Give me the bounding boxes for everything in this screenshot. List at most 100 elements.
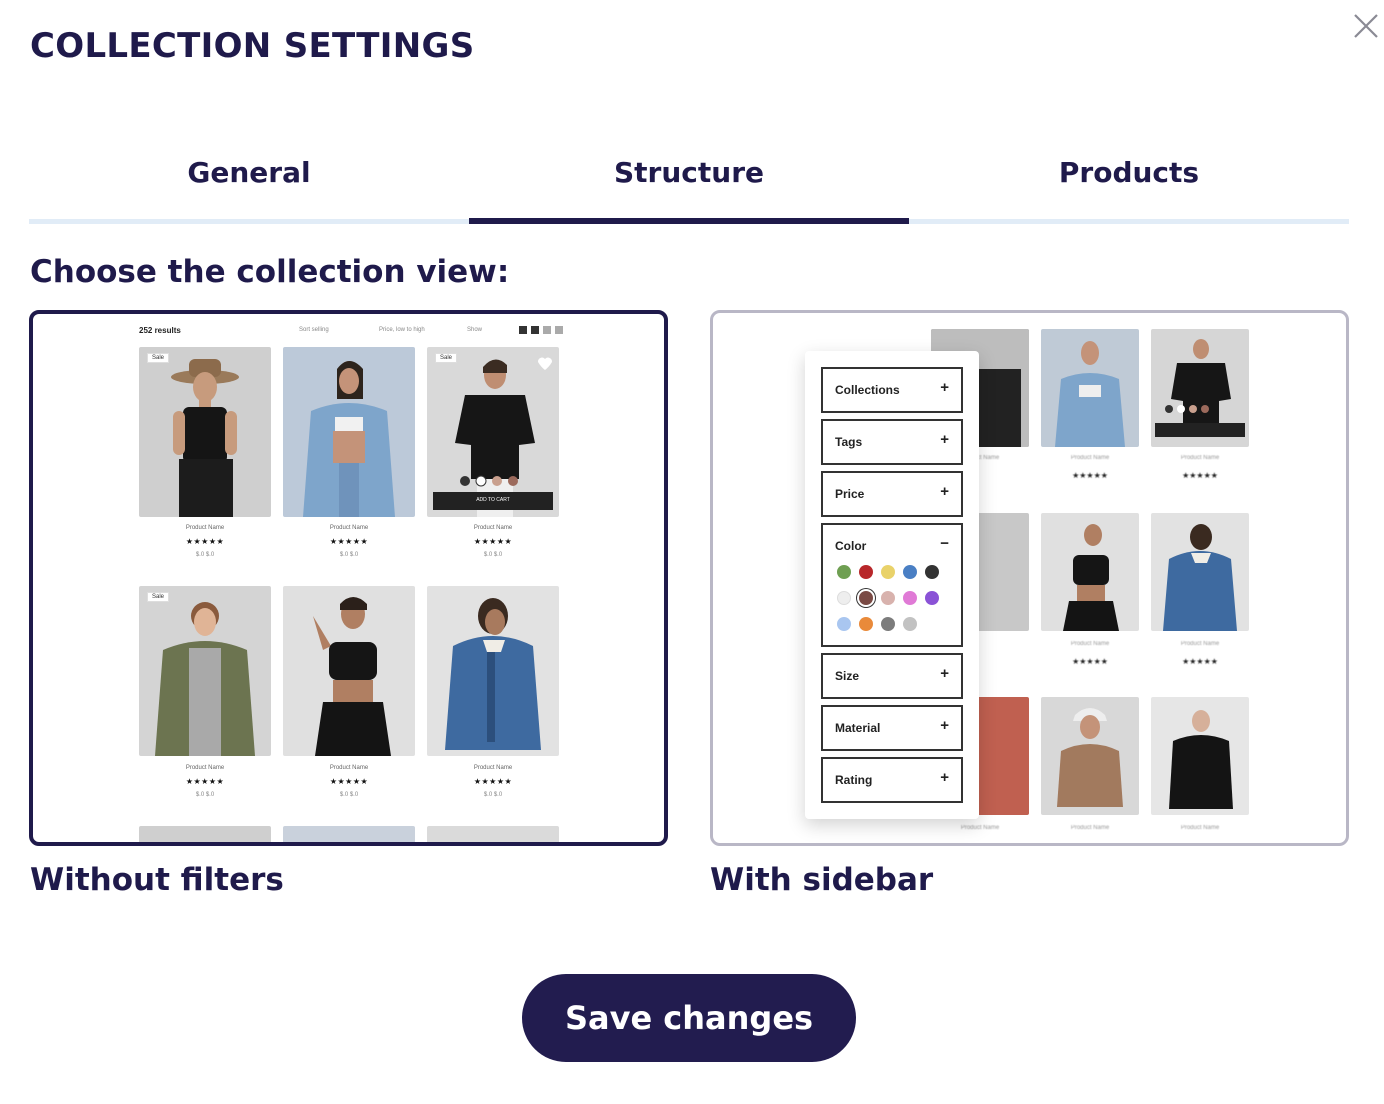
- product-photo: [283, 347, 415, 517]
- rating-stars: ★★★★★: [329, 777, 369, 786]
- preview-toolbar: 252 results Sort selling Price, low to h…: [139, 326, 563, 340]
- plus-icon: +: [940, 483, 949, 500]
- product-tile: [283, 347, 415, 517]
- filter-tags[interactable]: Tags +: [821, 419, 963, 465]
- filter-price[interactable]: Price +: [821, 471, 963, 517]
- filter-label: Tags: [835, 435, 863, 449]
- filter-label: Color: [835, 539, 867, 553]
- close-icon: [1354, 14, 1378, 38]
- rating-stars: ★★★★★: [185, 537, 225, 546]
- plus-icon: +: [940, 431, 949, 448]
- product-tile: Sale: [139, 586, 271, 756]
- product-tile: Sale ADD TO CART: [427, 347, 559, 517]
- sale-badge: Sale: [147, 353, 170, 363]
- product-meta: Product Name ★★★★★ $.0 $.0: [139, 525, 271, 558]
- view-option-without-filters[interactable]: 252 results Sort selling Price, low to h…: [29, 310, 668, 846]
- close-button[interactable]: [1350, 10, 1382, 42]
- product-photo: Sale ADD TO CART: [427, 347, 559, 517]
- product-photo: Sale: [139, 347, 271, 517]
- color-swatch-selected[interactable]: [859, 591, 873, 605]
- product-tile: [427, 826, 559, 842]
- filter-label: Collections: [835, 383, 900, 397]
- product-name: Product Name: [1070, 641, 1110, 647]
- product-name: Product Name: [1070, 455, 1110, 461]
- plus-icon: +: [940, 717, 949, 734]
- product-name: Product Name: [185, 525, 225, 531]
- product-photo: [427, 826, 559, 842]
- color-swatch[interactable]: [903, 617, 917, 631]
- color-swatch[interactable]: [881, 591, 895, 605]
- plus-icon: +: [940, 665, 949, 682]
- plus-icon: +: [940, 379, 949, 396]
- product-name: Product Name: [473, 525, 513, 531]
- modal-title: COLLECTION SETTINGS: [30, 26, 475, 66]
- minus-icon: −: [940, 535, 949, 552]
- color-swatch[interactable]: [903, 591, 917, 605]
- product-tile: [283, 826, 415, 842]
- color-swatch[interactable]: [859, 565, 873, 579]
- sort-label: Sort selling: [299, 327, 329, 333]
- rating-stars: ★★★★★: [1072, 657, 1108, 666]
- product-photo: [1041, 697, 1139, 815]
- filter-collections[interactable]: Collections +: [821, 367, 963, 413]
- filter-label: Rating: [835, 773, 873, 787]
- add-to-cart-label: ADD TO CART: [476, 497, 510, 503]
- product-name: Product Name: [473, 765, 513, 771]
- section-heading: Choose the collection view:: [30, 254, 510, 290]
- product-photo: [139, 826, 271, 842]
- color-swatch[interactable]: [925, 591, 939, 605]
- product-meta: Product Name ★★★★★ $.0 $.0: [283, 765, 415, 798]
- color-swatch[interactable]: [837, 565, 851, 579]
- color-swatch[interactable]: [859, 617, 873, 631]
- product-photo: [1041, 513, 1139, 631]
- sale-badge: Sale: [435, 353, 458, 363]
- filter-rating[interactable]: Rating +: [821, 757, 963, 803]
- filter-color[interactable]: Color −: [821, 523, 963, 647]
- filter-label: Size: [835, 669, 860, 683]
- tab-general[interactable]: General: [29, 150, 469, 224]
- save-changes-button[interactable]: Save changes: [522, 974, 856, 1062]
- product-photo: [283, 586, 415, 756]
- sale-badge: Sale: [147, 592, 170, 602]
- product-photo: [283, 826, 415, 842]
- rating-stars: ★★★★★: [1182, 471, 1218, 480]
- product-photo: [1041, 329, 1139, 447]
- product-tile: [139, 826, 271, 842]
- rating-stars: ★★★★★: [473, 777, 513, 786]
- filter-material[interactable]: Material +: [821, 705, 963, 751]
- product-meta: Product Name ★★★★★ $.0 $.0: [139, 765, 271, 798]
- product-tile: Sale: [139, 347, 271, 517]
- product-name: Product Name: [1180, 641, 1220, 647]
- product-name: Product Name: [1180, 825, 1220, 831]
- color-swatch[interactable]: [837, 591, 851, 605]
- color-swatch[interactable]: [903, 565, 917, 579]
- product-meta: Product Name ★★★★★ $.0 $.0: [283, 525, 415, 558]
- product-name: Product Name: [329, 525, 369, 531]
- product-photo: Sale: [139, 586, 271, 756]
- tab-structure[interactable]: Structure: [469, 150, 909, 224]
- preview-without-filters: 252 results Sort selling Price, low to h…: [33, 314, 664, 842]
- rating-stars: ★★★★★: [329, 537, 369, 546]
- plus-icon: +: [940, 769, 949, 786]
- product-prices: $.0 $.0: [195, 552, 215, 558]
- product-prices: $.0 $.0: [195, 792, 215, 798]
- filter-label: Material: [835, 721, 881, 735]
- tab-bar: General Structure Products: [29, 150, 1349, 224]
- product-meta: Product Name ★★★★★ $.0 $.0: [427, 765, 559, 798]
- view-option-with-sidebar[interactable]: Product Name Product Name Product Name ★…: [710, 310, 1349, 846]
- rating-stars: ★★★★★: [185, 777, 225, 786]
- results-count: 252 results: [139, 326, 181, 335]
- product-photo: [427, 586, 559, 756]
- view-label-with-sidebar: With sidebar: [710, 862, 934, 898]
- color-swatch[interactable]: [925, 565, 939, 579]
- color-swatch[interactable]: [881, 617, 895, 631]
- color-swatch[interactable]: [881, 565, 895, 579]
- sort-label: Show: [467, 327, 483, 333]
- tab-products[interactable]: Products: [909, 150, 1349, 224]
- color-swatch[interactable]: [837, 617, 851, 631]
- filter-size[interactable]: Size +: [821, 653, 963, 699]
- product-photo: [1151, 513, 1249, 631]
- product-tile: [427, 586, 559, 756]
- rating-stars: ★★★★★: [1182, 657, 1218, 666]
- product-name: Product Name: [1180, 455, 1220, 461]
